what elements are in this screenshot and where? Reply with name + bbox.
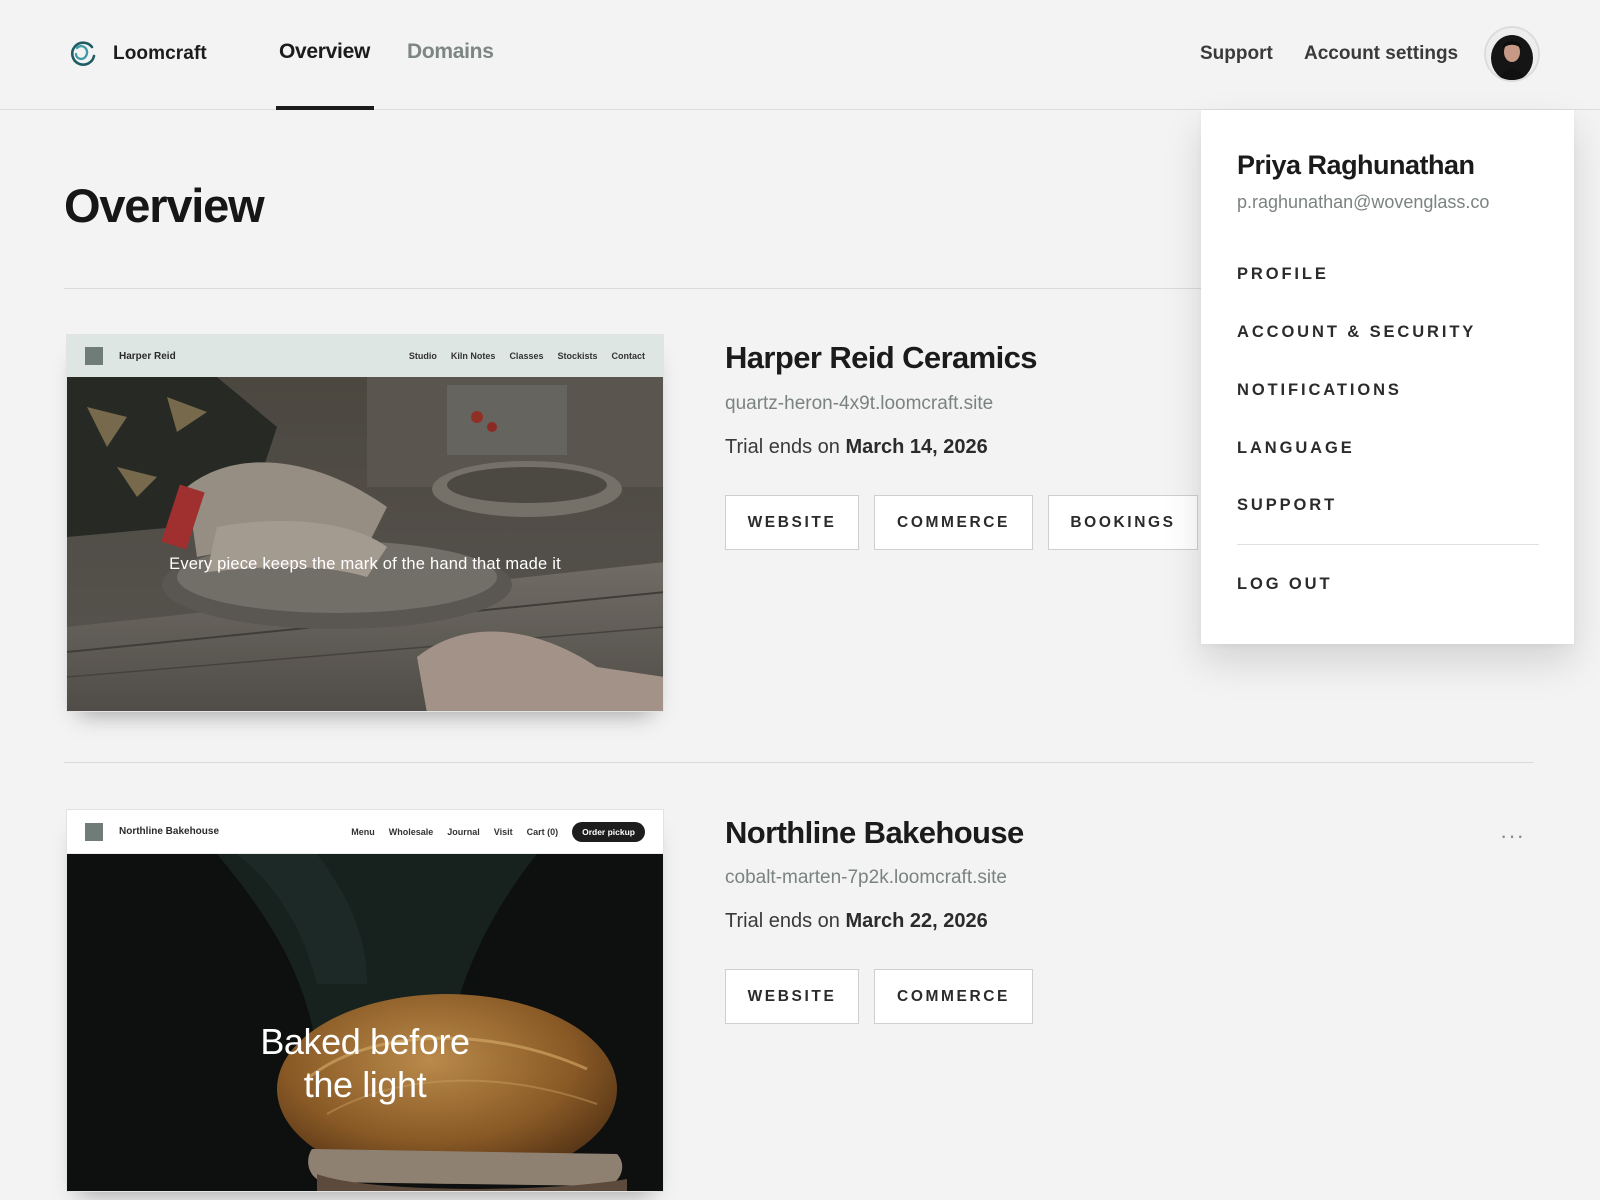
preview-nav-item: Wholesale: [388, 827, 434, 837]
site-url[interactable]: cobalt-marten-7p2k.loomcraft.site: [725, 867, 1007, 889]
tab-overview[interactable]: Overview: [279, 40, 370, 64]
site-url[interactable]: quartz-heron-4x9t.loomcraft.site: [725, 393, 993, 415]
preview-header: Harper Reid Studio Kiln Notes Classes St…: [67, 335, 663, 377]
menu-user-name: Priya Raghunathan: [1237, 150, 1475, 180]
active-tab-indicator: [276, 106, 374, 110]
site-preview-northline[interactable]: Northline Bakehouse Menu Wholesale Journ…: [66, 809, 664, 1192]
divider: [64, 762, 1534, 763]
more-horizontal-icon[interactable]: ···: [1500, 825, 1525, 847]
menu-item-account-security[interactable]: ACCOUNT & SECURITY: [1237, 323, 1476, 342]
commerce-button[interactable]: COMMERCE: [874, 495, 1033, 550]
preview-site-name: Harper Reid: [119, 350, 176, 362]
preview-hero-image: Baked before the light: [67, 854, 663, 1191]
preview-order-pickup-button: Order pickup: [572, 822, 645, 842]
preview-nav-item: Menu: [351, 827, 375, 837]
preview-nav-item: Studio: [408, 351, 437, 361]
trial-date: March 14, 2026: [845, 436, 988, 458]
loomcraft-logo-icon: [70, 41, 96, 66]
preview-header: Northline Bakehouse Menu Wholesale Journ…: [67, 810, 663, 854]
trial-status: Trial ends on March 14, 2026: [725, 436, 988, 459]
website-button[interactable]: WEBSITE: [725, 495, 859, 550]
account-menu: Priya Raghunathan p.raghunathan@wovengla…: [1201, 110, 1574, 644]
site-title[interactable]: Northline Bakehouse: [725, 815, 1024, 851]
preview-nav-item: Stockists: [557, 351, 598, 361]
preview-nav-item: Kiln Notes: [450, 351, 496, 361]
menu-item-language[interactable]: LANGUAGE: [1237, 439, 1355, 458]
menu-item-profile[interactable]: PROFILE: [1237, 265, 1329, 284]
site-title[interactable]: Harper Reid Ceramics: [725, 340, 1038, 376]
tab-domains[interactable]: Domains: [407, 40, 494, 64]
top-bar: Loomcraft Overview Domains Support Accou…: [0, 0, 1600, 110]
preview-nav-item: Contact: [611, 351, 646, 361]
trial-status: Trial ends on March 22, 2026: [725, 910, 988, 933]
preview-nav: Studio Kiln Notes Classes Stockists Cont…: [409, 335, 645, 377]
preview-nav-item: Journal: [447, 827, 480, 837]
trial-date: March 22, 2026: [845, 910, 988, 932]
user-avatar[interactable]: [1486, 28, 1538, 80]
menu-item-notifications[interactable]: NOTIFICATIONS: [1237, 381, 1402, 400]
preview-logo: [85, 347, 103, 365]
trial-prefix: Trial ends on: [725, 436, 840, 458]
preview-nav-item: Cart (0): [526, 827, 559, 837]
preview-caption: Baked before the light: [67, 1020, 663, 1106]
preview-nav: Menu Wholesale Journal Visit Cart (0) Or…: [351, 810, 645, 854]
preview-caption-line: the light: [303, 1064, 427, 1105]
commerce-button[interactable]: COMMERCE: [874, 969, 1033, 1024]
preview-site-name: Northline Bakehouse: [119, 826, 220, 837]
pottery-photo: [67, 377, 663, 711]
divider: [64, 288, 1204, 289]
preview-logo: [85, 822, 103, 841]
menu-item-support[interactable]: SUPPORT: [1237, 496, 1337, 515]
trial-prefix: Trial ends on: [725, 910, 840, 932]
brand-name: Loomcraft: [113, 43, 207, 64]
menu-item-log-out[interactable]: LOG OUT: [1237, 575, 1332, 594]
page-title: Overview: [64, 179, 265, 232]
preview-nav-item: Classes: [509, 351, 544, 361]
menu-divider: [1237, 544, 1539, 545]
preview-caption: Every piece keeps the mark of the hand t…: [169, 555, 561, 573]
account-settings-link[interactable]: Account settings: [1304, 43, 1458, 65]
support-link[interactable]: Support: [1200, 43, 1273, 65]
site-preview-harper-reid[interactable]: Harper Reid Studio Kiln Notes Classes St…: [66, 334, 664, 712]
menu-user-email: p.raghunathan@wovenglass.co: [1237, 192, 1490, 212]
preview-hero-image: Every piece keeps the mark of the hand t…: [67, 377, 663, 711]
avatar-image: [1486, 28, 1538, 80]
website-button[interactable]: WEBSITE: [725, 969, 859, 1024]
bookings-button[interactable]: BOOKINGS: [1048, 495, 1198, 550]
preview-caption-line: Baked before: [260, 1021, 470, 1062]
preview-nav-item: Visit: [493, 827, 513, 837]
brand[interactable]: Loomcraft: [68, 39, 207, 69]
